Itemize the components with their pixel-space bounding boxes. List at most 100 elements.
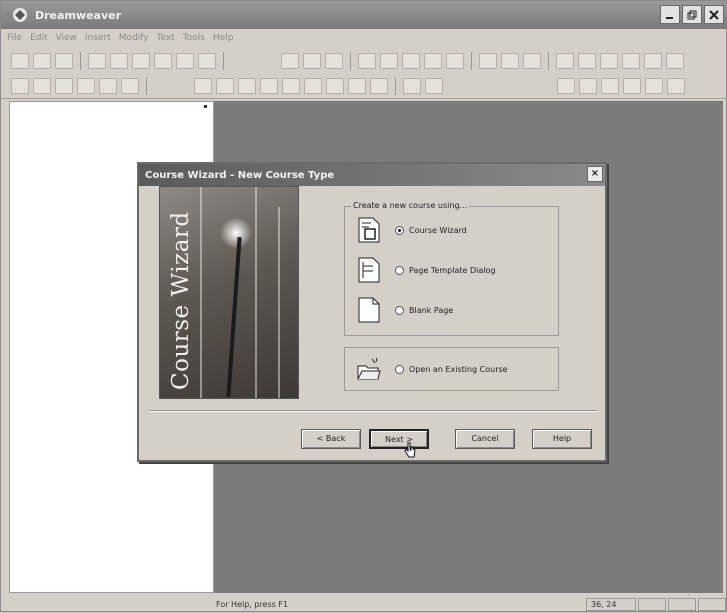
zoom-icon[interactable] <box>557 77 575 94</box>
option-open-existing[interactable]: Open an Existing Course <box>357 356 508 382</box>
front-icon[interactable] <box>99 77 117 94</box>
wizard-banner-image: Course Wizard <box>159 186 299 399</box>
back-icon[interactable] <box>600 53 618 69</box>
option-blank-page[interactable]: Blank Page <box>357 297 453 323</box>
bold-icon[interactable] <box>238 77 256 94</box>
status-cell <box>638 598 666 611</box>
insert-table-icon[interactable] <box>402 53 420 69</box>
insert-text-icon[interactable] <box>358 53 376 69</box>
align-center-icon[interactable] <box>33 77 51 94</box>
insert-media-icon[interactable] <box>424 53 442 69</box>
italic-icon[interactable] <box>260 77 278 94</box>
menu-help[interactable]: Help <box>213 33 234 43</box>
restore-icon <box>687 10 697 19</box>
menu-modify[interactable]: Modify <box>119 33 149 43</box>
print-icon[interactable] <box>198 53 216 69</box>
option-course-wizard[interactable]: Course Wizard <box>357 217 467 243</box>
page-icon[interactable] <box>556 53 574 69</box>
shape-icon[interactable] <box>281 53 299 69</box>
group-label: Create a new course using... <box>351 201 470 210</box>
cancel-button[interactable]: Cancel <box>455 429 515 449</box>
new-icon[interactable] <box>11 53 29 69</box>
insert-image-icon[interactable] <box>380 53 398 69</box>
hand-cursor-icon <box>404 442 416 458</box>
publish-icon[interactable] <box>667 77 685 94</box>
back-layer-icon[interactable] <box>121 77 139 94</box>
option-page-template[interactable]: Page Template Dialog <box>357 257 495 283</box>
stop-icon[interactable] <box>601 77 619 94</box>
align-left-icon[interactable] <box>11 77 29 94</box>
subscript-icon[interactable] <box>326 77 344 94</box>
dialog-separator <box>149 410 597 412</box>
menu-edit[interactable]: Edit <box>30 33 47 43</box>
menu-insert[interactable]: Insert <box>85 33 111 43</box>
insert-link-icon[interactable] <box>446 53 464 69</box>
circle-icon[interactable] <box>325 53 343 69</box>
undo-icon[interactable] <box>154 53 172 69</box>
save-icon[interactable] <box>55 53 73 69</box>
toolbar-separator <box>548 52 549 70</box>
status-cell <box>698 598 726 611</box>
layer-icon[interactable] <box>479 53 497 69</box>
status-cell <box>668 598 696 611</box>
status-bar: For Help, press F1 36, 24 <box>1 596 727 613</box>
next-button[interactable]: Next > <box>369 429 429 449</box>
radio-blank-page[interactable] <box>395 305 404 315</box>
radio-open-existing[interactable] <box>395 364 404 374</box>
step-icon[interactable] <box>623 77 641 94</box>
standard-toolbar <box>1 49 727 73</box>
redo-edit-icon[interactable] <box>425 77 443 94</box>
toolbar-separator <box>471 52 472 70</box>
paste-icon[interactable] <box>132 53 150 69</box>
app-title: Dreamweaver <box>35 8 122 22</box>
menu-file[interactable]: File <box>7 33 22 43</box>
close-button[interactable] <box>704 5 724 24</box>
forward-icon[interactable] <box>622 53 640 69</box>
restore-button[interactable] <box>682 5 702 24</box>
superscript-icon[interactable] <box>304 77 322 94</box>
radio-course-wizard[interactable] <box>395 225 404 235</box>
grid-icon[interactable] <box>501 53 519 69</box>
back-button[interactable]: < Back <box>301 429 361 449</box>
radio-page-template[interactable] <box>395 265 404 275</box>
toolbar-separator <box>223 52 224 70</box>
course-wizard-dialog: Course Wizard - New Course Type × Course… <box>137 162 607 462</box>
underline-icon[interactable] <box>282 77 300 94</box>
minimize-button[interactable] <box>660 5 680 24</box>
align-icon[interactable] <box>523 53 541 69</box>
preview-icon[interactable] <box>578 53 596 69</box>
play-icon[interactable] <box>579 77 597 94</box>
wizard-page-icon <box>358 217 380 243</box>
spell-check-icon[interactable] <box>348 77 366 94</box>
magic-wand <box>226 237 242 397</box>
help-button[interactable]: Help <box>532 429 592 449</box>
toolbar-separator <box>146 76 147 95</box>
properties-icon[interactable] <box>644 53 662 69</box>
menu-text[interactable]: Text <box>157 33 175 43</box>
app-icon <box>13 8 27 22</box>
fill-icon[interactable] <box>216 77 234 94</box>
align-right-icon[interactable] <box>55 77 73 94</box>
close-icon <box>709 9 719 20</box>
menu-view[interactable]: View <box>56 33 77 43</box>
blank-page-icon <box>358 297 380 323</box>
lock-icon[interactable] <box>370 77 388 94</box>
debug-icon[interactable] <box>645 77 663 94</box>
create-course-group: Create a new course using... Course Wiza… <box>344 201 559 336</box>
cut-icon[interactable] <box>88 53 106 69</box>
options-icon[interactable] <box>666 53 684 69</box>
undo-edit-icon[interactable] <box>403 77 421 94</box>
template-page-icon <box>358 257 380 283</box>
copy-icon[interactable] <box>110 53 128 69</box>
distribute-icon[interactable] <box>77 77 95 94</box>
open-existing-group: Open an Existing Course <box>344 347 559 391</box>
menu-tools[interactable]: Tools <box>183 33 205 43</box>
status-help-text: For Help, press F1 <box>216 600 289 609</box>
dialog-close-button[interactable]: × <box>587 166 603 182</box>
open-icon[interactable] <box>33 53 51 69</box>
color-icon[interactable] <box>194 77 212 94</box>
frame-icon[interactable] <box>303 53 321 69</box>
light-streak <box>278 207 280 398</box>
open-folder-icon <box>357 357 381 380</box>
redo-icon[interactable] <box>176 53 194 69</box>
